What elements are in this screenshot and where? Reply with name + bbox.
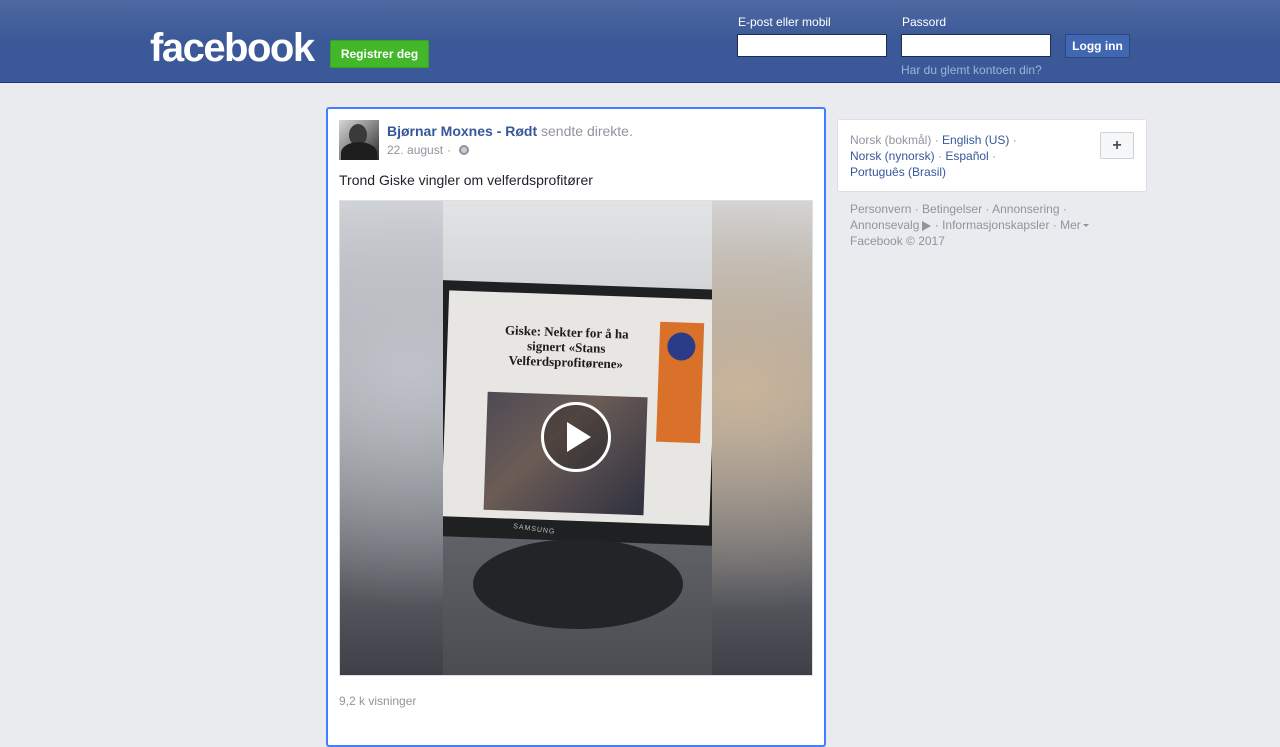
video-player[interactable]: Giske: Nekter for å ha signert «Stans Ve… [339,200,813,676]
screen-ad-banner [656,321,705,444]
register-button[interactable]: Registrer deg [330,40,429,68]
language-link-portugues[interactable]: Português (Brasil) [850,165,946,179]
avatar[interactable] [339,120,379,160]
language-link-espanol[interactable]: Español [945,149,988,163]
add-language-button[interactable]: + [1100,132,1134,159]
plus-icon: + [1112,136,1122,154]
ad-badge-shape [666,332,696,361]
avatar-body-shape [341,142,377,160]
post-date-link[interactable]: 22. august [387,143,443,157]
login-button[interactable]: Logg inn [1065,34,1130,58]
top-bar: facebook Registrer deg E-post eller mobi… [0,0,1280,83]
footer-link-more[interactable]: Mer [1060,218,1081,232]
language-selector: Norsk (bokmål) · English (US) · Norsk (n… [837,119,1147,192]
footer-link-terms[interactable]: Betingelser [922,202,982,216]
post-card: Bjørnar Moxnes - Rødt sendte direkte. 22… [326,107,826,747]
post-header: Bjørnar Moxnes - Rødt sendte direkte. [387,122,633,140]
language-list: Norsk (bokmål) · English (US) · Norsk (n… [850,133,1017,179]
footer-link-advertising[interactable]: Annonsering [992,202,1059,216]
post-meta: 22. august · [387,143,470,157]
footer-link-privacy[interactable]: Personvern [850,202,911,216]
screen-headline: Giske: Nekter for å ha signert «Stans Ve… [504,322,629,372]
forgot-account-link[interactable]: Har du glemt kontoen din? [901,63,1042,77]
adchoices-icon [922,220,932,231]
footer-links: Personvern · Betingelser · Annonsering ·… [850,201,1130,249]
post-author-link[interactable]: Bjørnar Moxnes - Rødt [387,123,537,139]
post-action-text: sendte direkte. [541,123,633,139]
footer-link-cookies[interactable]: Informasjonskapsler [942,218,1049,232]
language-current: Norsk (bokmål) [850,133,932,147]
meta-separator: · [447,143,452,157]
email-label: E-post eller mobil [738,15,831,29]
password-label: Passord [902,15,947,29]
play-icon [567,422,591,452]
language-link-nynorsk[interactable]: Norsk (nynorsk) [850,149,935,163]
caret-down-icon [1082,224,1089,228]
globe-icon [459,145,470,155]
password-field[interactable] [901,34,1051,57]
play-button[interactable] [541,402,611,472]
footer-link-adchoices[interactable]: Annonsevalg [850,218,919,232]
copyright: Facebook © 2017 [850,234,945,248]
language-link-english[interactable]: English (US) [942,133,1009,147]
post-text: Trond Giske vingler om velferdsprofitøre… [339,172,593,188]
view-count: 9,2 k visninger [339,694,417,708]
monitor-stand [473,539,683,629]
facebook-logo[interactable]: facebook [150,26,315,70]
email-field[interactable] [737,34,887,57]
